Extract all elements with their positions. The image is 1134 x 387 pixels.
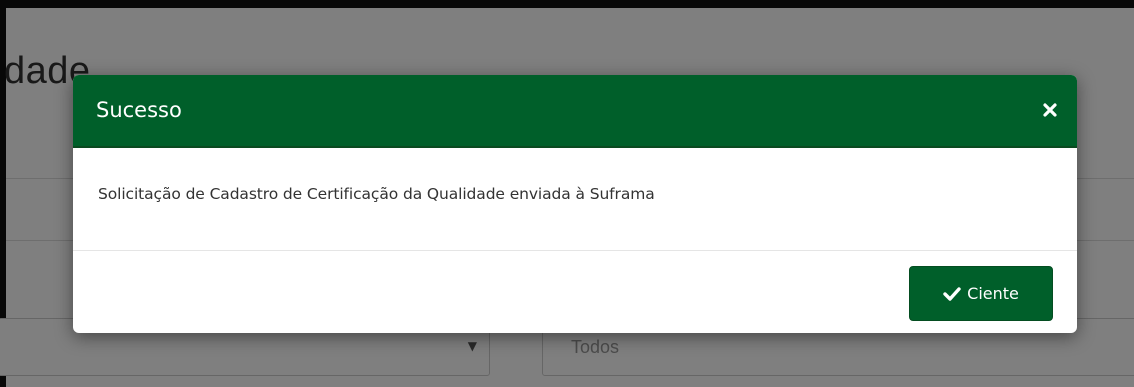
dialog-title: Sucesso [96, 98, 182, 122]
close-button[interactable] [1037, 97, 1063, 123]
confirm-button-label: Ciente [967, 284, 1019, 303]
screen: dade ▼ Todos Sucesso Solicitação de Cada… [0, 0, 1134, 387]
dialog-header: Sucesso [73, 75, 1077, 148]
dialog-body: Solicitação de Cadastro de Certificação … [73, 148, 1077, 251]
success-dialog: Sucesso Solicitação de Cadastro de Certi… [73, 75, 1077, 333]
dialog-message: Solicitação de Cadastro de Certificação … [98, 185, 655, 203]
confirm-button[interactable]: Ciente [909, 266, 1053, 321]
check-icon [943, 287, 961, 301]
close-icon [1043, 103, 1057, 117]
dialog-footer: Ciente [73, 251, 1077, 333]
